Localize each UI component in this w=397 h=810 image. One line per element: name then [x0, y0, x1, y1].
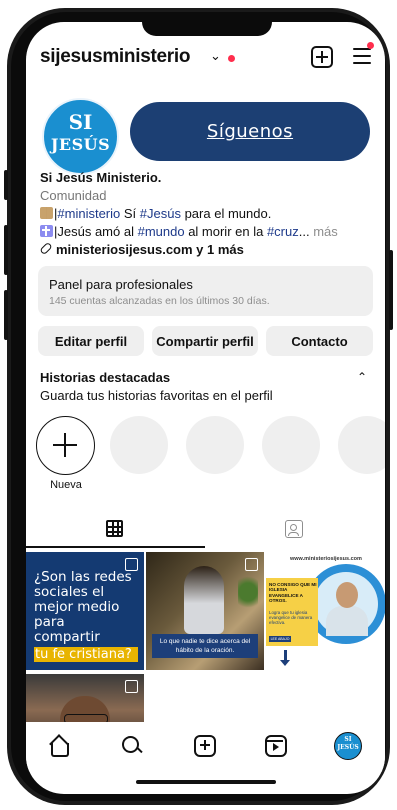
- carousel-icon: [245, 558, 258, 571]
- profile-bio: Si Jesús Ministerio. Comunidad |#ministe…: [39, 169, 370, 259]
- contact-button[interactable]: Contacto: [266, 326, 373, 356]
- tagged-icon[interactable]: [285, 520, 303, 538]
- highlights-subtitle: Guarda tus historias favoritas en el per…: [40, 388, 273, 403]
- professional-dashboard[interactable]: Panel para profesionales 145 cuentas alc…: [38, 266, 373, 316]
- profile-category: Comunidad: [40, 188, 107, 203]
- profile-tab-avatar[interactable]: SI JESÚS: [334, 732, 362, 760]
- menu-notification-dot: [367, 42, 374, 49]
- profile-tab-logo: SI JESÚS: [337, 736, 359, 751]
- website-text: ministeriosijesus.com y 1 más: [56, 242, 244, 257]
- bio-text: para el mundo.: [180, 206, 272, 221]
- new-highlight-label: Nueva: [50, 479, 82, 491]
- edit-profile-button[interactable]: Editar perfil: [38, 326, 144, 356]
- bio-line-2: |Jesús amó al #mundo al morir en la #cru…: [40, 223, 370, 241]
- follow-button[interactable]: Síguenos: [130, 102, 370, 161]
- avatar[interactable]: SI JESÚS: [42, 98, 119, 175]
- profile-actions: Editar perfil Compartir perfil Contacto: [38, 326, 373, 356]
- man-head: [336, 582, 358, 608]
- bottom-navigation: SI JESÚS: [26, 722, 385, 772]
- username-switcher[interactable]: sijesusministerio: [40, 46, 190, 68]
- plant-decoration: [238, 572, 258, 612]
- grid-icon[interactable]: [106, 520, 123, 537]
- post-text: ¿Son las redes sociales el mejor medio p…: [34, 569, 132, 645]
- chevron-up-icon[interactable]: ⌃: [357, 370, 369, 384]
- new-highlight-button[interactable]: [36, 416, 95, 475]
- search-icon[interactable]: [120, 734, 144, 758]
- dashboard-subtitle: 145 cuentas alcanzadas en los últimos 30…: [49, 295, 270, 307]
- highlight-placeholder: [338, 416, 385, 474]
- create-icon[interactable]: [311, 46, 333, 68]
- power-button: [389, 250, 393, 330]
- website-link[interactable]: ministeriosijesus.com y 1 más: [39, 241, 370, 259]
- bio-text: |Jesús amó al: [54, 224, 138, 239]
- highlight-placeholder: [262, 416, 320, 474]
- menu-icon[interactable]: [353, 42, 374, 66]
- bio-text: Sí: [120, 206, 140, 221]
- praying-person-image: [184, 566, 224, 634]
- reels-icon[interactable]: [264, 734, 288, 758]
- volume-down-button: [4, 290, 8, 340]
- highlights-title: Historias destacadas: [40, 370, 171, 385]
- home-indicator[interactable]: [136, 780, 276, 784]
- link-icon: [39, 241, 53, 256]
- post-thumbnail[interactable]: ¿Son las redes sociales el mejor medio p…: [26, 552, 144, 670]
- chevron-down-icon[interactable]: ⌄: [210, 48, 221, 64]
- dashboard-title: Panel para profesionales: [49, 277, 193, 292]
- post-title: NO CONSIGO QUE MI IGLESIA EVANGELICE A O…: [269, 582, 317, 604]
- create-post-icon[interactable]: [193, 734, 217, 758]
- arrow-down-icon: [280, 650, 290, 666]
- profile-name: Si Jesús Ministerio.: [40, 170, 162, 185]
- profile-header: sijesusministerio ⌄: [40, 42, 374, 70]
- highlight-placeholder: [110, 416, 168, 474]
- post-highlight-text: tu fe cristiana?: [34, 647, 138, 662]
- mute-switch: [4, 170, 8, 200]
- hashtag-link[interactable]: #mundo: [138, 224, 185, 239]
- hashtag-link[interactable]: #cruz: [267, 224, 299, 239]
- carousel-icon: [125, 680, 138, 693]
- cross-icon: [40, 225, 53, 237]
- post-url: www.ministeriosijesus.com: [290, 556, 362, 562]
- bio-text: ...: [298, 224, 310, 239]
- bio-text: al morir en la: [184, 224, 267, 239]
- hashtag-link[interactable]: #ministerio: [57, 206, 120, 221]
- volume-up-button: [4, 225, 8, 275]
- active-tab-indicator: [26, 546, 205, 548]
- app-screen: sijesusministerio ⌄ SI JESÚS Síguenos Si…: [26, 22, 385, 794]
- post-thumbnail[interactable]: Lo que nadie te dice acerca del hábito d…: [146, 552, 264, 670]
- hashtag-link[interactable]: #Jesús: [140, 206, 181, 221]
- post-caption: Lo que nadie te dice acerca del hábito d…: [152, 634, 258, 658]
- post-subtitle: Logra que tu iglesia evangelice de maner…: [269, 610, 313, 626]
- notification-dot: [228, 55, 235, 62]
- book-icon: [40, 207, 53, 219]
- more-link[interactable]: más: [310, 224, 338, 239]
- home-icon[interactable]: [48, 734, 72, 758]
- post-thumbnail[interactable]: www.ministeriosijesus.com NO CONSIGO QUE…: [266, 552, 385, 670]
- share-profile-button[interactable]: Compartir perfil: [152, 326, 258, 356]
- highlight-placeholder: [186, 416, 244, 474]
- notch: [142, 22, 272, 36]
- man-shirt: [326, 606, 368, 636]
- bio-line-1: |#ministerio Sí #Jesús para el mundo.: [40, 205, 370, 223]
- content-tabs: [26, 512, 385, 548]
- avatar-logo-si: SI: [68, 110, 93, 134]
- post-button: LEE ABAJO: [269, 636, 291, 642]
- avatar-logo-jesus: JESÚS: [50, 135, 111, 154]
